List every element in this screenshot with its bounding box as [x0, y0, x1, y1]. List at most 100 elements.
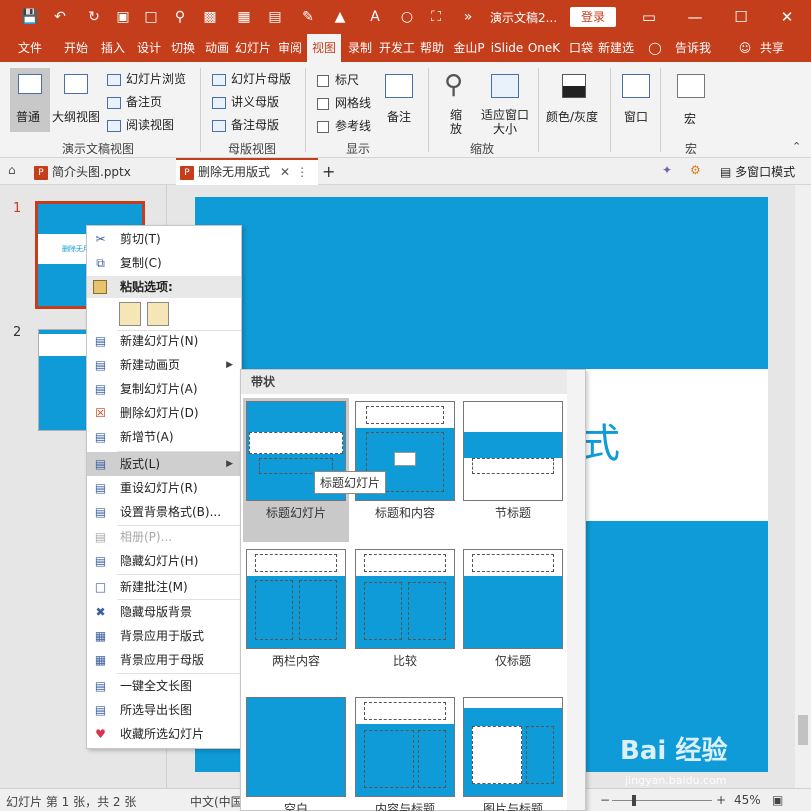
- layout-title-only[interactable]: 仅标题: [460, 546, 566, 690]
- menu-hide-slide[interactable]: ▤ 隐藏幻灯片(H): [87, 549, 241, 573]
- layout-picture-with-caption[interactable]: 图片与标题: [460, 694, 566, 811]
- zoom-level[interactable]: 45%: [734, 793, 761, 807]
- arrange-icon[interactable]: ▤: [265, 7, 285, 27]
- menu-cut[interactable]: ✂ 剪切(T): [87, 227, 241, 251]
- menu-new-slide[interactable]: ▤ 新建幻灯片(N): [87, 329, 241, 353]
- circle-icon[interactable]: ○: [397, 7, 417, 27]
- language-indicator[interactable]: 中文(中国: [190, 793, 243, 810]
- gridlines-checkbox[interactable]: 网格线: [317, 94, 371, 111]
- menu-export-image[interactable]: ▤ 所选导出长图: [87, 698, 241, 722]
- save-icon[interactable]: 💾: [20, 7, 40, 27]
- layout-comparison[interactable]: 比较: [352, 546, 458, 690]
- outline-view-button[interactable]: 大纲视图: [52, 68, 102, 132]
- tab-record[interactable]: 录制: [343, 34, 377, 62]
- present-icon[interactable]: ▣: [113, 7, 133, 27]
- menu-delete-slide[interactable]: ☒ 删除幻灯片(D): [87, 401, 241, 425]
- paste-keep-format-icon[interactable]: [119, 302, 141, 326]
- tab-new-group[interactable]: 新建选: [598, 34, 634, 62]
- minimize-icon[interactable]: —: [672, 0, 718, 34]
- reading-view-button[interactable]: 阅读视图: [107, 116, 174, 133]
- more-icon[interactable]: »: [458, 7, 478, 27]
- undo-icon[interactable]: ↶: [50, 7, 70, 27]
- menu-layout[interactable]: ▤ 版式(L) ▶: [87, 452, 241, 476]
- close-tab-icon[interactable]: ✕: [280, 165, 290, 179]
- guides-checkbox[interactable]: 参考线: [317, 117, 371, 134]
- collapse-ribbon-icon[interactable]: ⌃: [792, 140, 801, 153]
- menu-new-comment[interactable]: □ 新建批注(M): [87, 575, 241, 599]
- redo-icon[interactable]: ↻: [84, 7, 104, 27]
- tab-help[interactable]: 帮助: [416, 34, 448, 62]
- menu-long-image[interactable]: ▤ 一键全文长图: [87, 674, 241, 698]
- ruler-checkbox[interactable]: 标尺: [317, 71, 359, 88]
- ribbon-display-icon[interactable]: ▭: [626, 0, 672, 34]
- layout-title-slide[interactable]: 标题幻灯片: [243, 398, 349, 542]
- vertical-scrollbar[interactable]: [795, 185, 811, 788]
- menu-new-animation-page[interactable]: ▤ 新建动画页 ▶: [87, 353, 241, 377]
- slide-sorter-button[interactable]: 幻灯片浏览: [107, 70, 186, 87]
- zoom-button[interactable]: ⚲ 缩放: [440, 68, 474, 138]
- menu-reset-slide[interactable]: ▤ 重设幻灯片(R): [87, 476, 241, 500]
- table-icon[interactable]: ▦: [234, 7, 254, 27]
- menu-bg-to-master[interactable]: ▦ 背景应用于母版: [87, 648, 241, 672]
- fit-window-button[interactable]: 适应窗口大小: [480, 68, 530, 138]
- slide-master-button[interactable]: 幻灯片母版: [212, 70, 291, 87]
- tab-insert[interactable]: 插入: [96, 34, 130, 62]
- tab-developer[interactable]: 开发工: [378, 34, 416, 62]
- multi-window-button[interactable]: ▤ 多窗口模式: [720, 163, 795, 180]
- doc-tab-1[interactable]: P 简介头图.pptx: [34, 160, 172, 184]
- layout-title-content[interactable]: 标题和内容: [352, 398, 458, 542]
- zoom-out-icon[interactable]: −: [600, 793, 610, 807]
- gallery-scrollbar[interactable]: [567, 370, 585, 810]
- zoom-in-icon[interactable]: +: [716, 793, 726, 807]
- tab-slideshow[interactable]: 幻灯片: [234, 34, 272, 62]
- picture-icon[interactable]: ▩: [200, 7, 220, 27]
- slide-title[interactable]: 式: [580, 411, 620, 469]
- user-icon[interactable]: ☺: [738, 34, 752, 62]
- tab-animations[interactable]: 动画: [200, 34, 234, 62]
- zoom-slider-handle[interactable]: [632, 795, 636, 806]
- font-color-icon[interactable]: A: [365, 7, 385, 27]
- layout-content-with-caption[interactable]: 内容与标题: [352, 694, 458, 811]
- new-tab-button[interactable]: +: [322, 160, 340, 184]
- tab-file[interactable]: 文件: [10, 34, 50, 62]
- tab-menu-icon[interactable]: ⋮: [296, 165, 308, 179]
- notes-page-button[interactable]: 备注页: [107, 93, 162, 110]
- pen-icon[interactable]: ✎: [298, 7, 318, 27]
- tab-transitions[interactable]: 切换: [166, 34, 200, 62]
- layout-section-header[interactable]: 节标题: [460, 398, 566, 542]
- lightbulb-icon[interactable]: ◯: [645, 34, 665, 62]
- scrollbar-thumb[interactable]: [798, 715, 808, 745]
- notes-button[interactable]: 备注: [382, 68, 416, 132]
- tab-review[interactable]: 审阅: [273, 34, 307, 62]
- menu-copy[interactable]: ⧉ 复制(C): [87, 251, 241, 275]
- sparkle-icon[interactable]: ✦: [662, 163, 672, 177]
- tab-home[interactable]: 开始: [58, 34, 94, 62]
- menu-hide-master-bg[interactable]: ✖ 隐藏母版背景: [87, 600, 241, 624]
- layout-blank[interactable]: 空白: [243, 694, 349, 811]
- menu-duplicate-slide[interactable]: ▤ 复制幻灯片(A): [87, 377, 241, 401]
- menu-format-background[interactable]: ▤ 设置背景格式(B)...: [87, 500, 241, 524]
- paste-picture-icon[interactable]: [147, 302, 169, 326]
- normal-view-button[interactable]: 普通: [10, 68, 50, 132]
- tab-islide[interactable]: iSlide: [489, 34, 525, 62]
- menu-bg-to-layout[interactable]: ▦ 背景应用于版式: [87, 624, 241, 648]
- macro-button[interactable]: 宏: [673, 68, 709, 138]
- zoom-slider[interactable]: [612, 795, 712, 806]
- share-button[interactable]: 共享: [754, 34, 790, 62]
- window-button[interactable]: 窗口: [618, 68, 654, 138]
- home-icon[interactable]: ⌂: [8, 163, 16, 177]
- maximize-icon[interactable]: ☐: [718, 0, 764, 34]
- tab-design[interactable]: 设计: [132, 34, 166, 62]
- tell-me-search[interactable]: 告诉我: [668, 34, 718, 62]
- print-preview-icon[interactable]: ⚲: [170, 7, 190, 27]
- settings-icon[interactable]: ⚙: [690, 163, 701, 177]
- login-button[interactable]: 登录: [570, 7, 616, 27]
- tab-pocket[interactable]: 口袋: [565, 34, 597, 62]
- doc-tab-2[interactable]: P 删除无用版式 ✕ ⋮: [176, 158, 318, 185]
- close-icon[interactable]: ✕: [764, 0, 810, 34]
- menu-favorite-slides[interactable]: ♥ 收藏所选幻灯片: [87, 722, 241, 746]
- tab-onekey[interactable]: OneK: [526, 34, 562, 62]
- new-icon[interactable]: □: [141, 7, 161, 27]
- fit-slide-icon[interactable]: ▣: [772, 793, 783, 807]
- menu-add-section[interactable]: ▤ 新增节(A): [87, 425, 241, 449]
